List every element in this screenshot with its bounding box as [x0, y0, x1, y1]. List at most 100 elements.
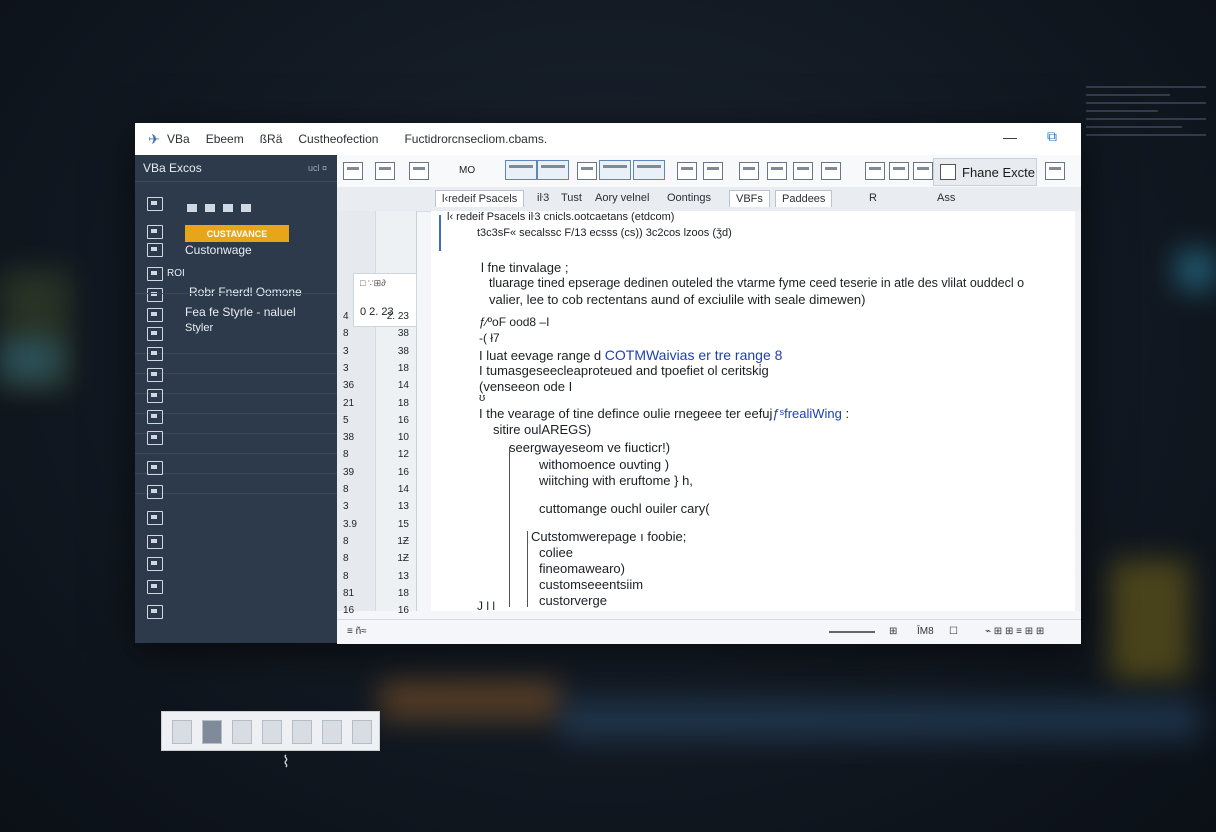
- maximize-icon[interactable]: ⧉: [1047, 128, 1057, 145]
- sidebar-toolstrip: [187, 199, 307, 212]
- thumbnail[interactable]: [202, 720, 222, 744]
- module-icon[interactable]: [147, 347, 163, 361]
- bookmark-button[interactable]: [793, 162, 813, 180]
- save-button[interactable]: [409, 162, 429, 180]
- break-button[interactable]: [537, 160, 569, 180]
- background-glow: [380, 680, 560, 720]
- code-line: Cutstomwerepage ı foobie;: [531, 529, 687, 544]
- toolbar-label: MO: [459, 165, 476, 176]
- line-number: 16: [397, 466, 409, 478]
- tab-active[interactable]: l‹redeif Psacels: [435, 190, 525, 207]
- menu-item[interactable]: VBa: [167, 132, 190, 146]
- line-number: 8: [343, 570, 349, 582]
- status-bar: ≡ ñ≈ ⊞ ĪM8 ☐ ⌁ ⊞ ⊞ ≡ ⊞ ⊞: [337, 619, 1081, 644]
- line-number: 16: [343, 605, 355, 617]
- module-icon[interactable]: [147, 431, 163, 445]
- code-editor[interactable]: l‹ redeif Psacels iŀ3 cnicls.ootcaetans …: [431, 211, 1081, 613]
- project-explorer-button[interactable]: [633, 160, 665, 180]
- selected-module-badge[interactable]: CUSTAVANCE: [185, 225, 289, 242]
- line-number: 4: [343, 311, 349, 322]
- line-number: 38: [397, 345, 409, 357]
- design-mode-button[interactable]: [599, 160, 631, 180]
- run-button[interactable]: [505, 160, 537, 180]
- module-icon[interactable]: [147, 368, 163, 382]
- popup-row: □ ∵⊞∂: [360, 278, 386, 288]
- code-text: I luat eevage range d: [479, 348, 605, 363]
- line-number: 8: [343, 484, 349, 495]
- reset-button[interactable]: [577, 162, 597, 180]
- tab[interactable]: Tust: [561, 192, 582, 204]
- status-icon[interactable]: ⊞: [889, 626, 897, 637]
- vba-editor-window: ✈ VBa Ebeem ßRä Custheofection Fuctidror…: [135, 123, 1081, 644]
- view-code-button[interactable]: [343, 162, 363, 180]
- code-line: ƒ⁄ºoF ood8 –I: [479, 315, 550, 329]
- module-icon[interactable]: [147, 389, 163, 403]
- tab[interactable]: Ass: [937, 192, 955, 204]
- tab-paddees[interactable]: Paddees: [775, 190, 833, 207]
- line-gutter-secondary: [375, 211, 417, 611]
- chart-icon[interactable]: [1045, 162, 1065, 180]
- tab-vbfs[interactable]: VBFs: [729, 190, 770, 207]
- help-button[interactable]: [913, 162, 933, 180]
- line-number: 3: [343, 501, 349, 513]
- module-icon[interactable]: [147, 557, 163, 571]
- object-browser-button[interactable]: [703, 162, 723, 180]
- view-excel-label: Fhane Excte: [962, 164, 1035, 180]
- module-icon[interactable]: [147, 580, 163, 594]
- status-icons[interactable]: ⌁ ⊞ ⊞ ≡ ⊞ ⊞: [985, 626, 1044, 637]
- thumbnail[interactable]: [352, 720, 372, 744]
- module-icon[interactable]: [147, 461, 163, 475]
- properties-button[interactable]: [677, 162, 697, 180]
- tab[interactable]: Oontings: [667, 192, 711, 204]
- line-number: 3: [343, 345, 349, 357]
- sidebar-item-label[interactable]: Fea fe Styrle - naluel: [185, 305, 296, 319]
- sidebar-divider: [135, 335, 337, 354]
- module-icon[interactable]: [147, 410, 163, 424]
- module-icon[interactable]: [147, 511, 163, 525]
- line-number: 16: [397, 414, 409, 426]
- code-line: sitire oulAREGS): [493, 422, 592, 437]
- code-keyword: ƒˢfrealiWing: [772, 406, 842, 421]
- module-icon[interactable]: [147, 308, 163, 322]
- sidebar-divider: [135, 415, 337, 434]
- tab-order-button[interactable]: [767, 162, 787, 180]
- code-line: customseeentsiim: [539, 577, 644, 592]
- module-icon[interactable]: [147, 197, 163, 211]
- tab[interactable]: R: [869, 192, 877, 204]
- thumbnail[interactable]: [322, 720, 342, 744]
- thumbnail[interactable]: [172, 720, 192, 744]
- module-icon[interactable]: [147, 485, 163, 499]
- tab[interactable]: Aory velnel: [595, 192, 649, 204]
- line-number: 14: [397, 484, 409, 495]
- thumbnail[interactable]: [232, 720, 252, 744]
- menu-item[interactable]: Ebeem: [206, 132, 244, 146]
- toolbox-button[interactable]: [739, 162, 759, 180]
- thumbnail[interactable]: [292, 720, 312, 744]
- status-icon[interactable]: ☐: [949, 626, 958, 637]
- line-number: 12: [397, 449, 409, 461]
- menu-item[interactable]: Custheofection: [298, 132, 378, 146]
- line-number: 18: [397, 587, 409, 599]
- code-line: l‹ redeif Psacels iŀ3 cnicls.ootcaetans …: [447, 211, 675, 223]
- indent-button[interactable]: [865, 162, 885, 180]
- code-line: tluarage tined epserage dedinen outeled …: [489, 276, 1025, 290]
- sidebar-item-label[interactable]: Styler: [185, 322, 213, 334]
- module-icon[interactable]: [147, 605, 163, 619]
- indent-guide: [509, 447, 510, 607]
- insert-module-button[interactable]: [375, 162, 395, 180]
- zoom-slider[interactable]: [829, 631, 875, 633]
- excel-icon: [940, 164, 956, 180]
- comment-button[interactable]: [821, 162, 841, 180]
- module-icon[interactable]: [147, 535, 163, 549]
- vertical-scrollbar[interactable]: [1075, 211, 1081, 611]
- line-number: 38: [343, 432, 355, 444]
- thumbnail[interactable]: [262, 720, 282, 744]
- sidebar-item-label[interactable]: Custonwage: [185, 243, 252, 257]
- outdent-button[interactable]: [889, 162, 909, 180]
- minimize-icon[interactable]: —: [1003, 129, 1017, 145]
- module-icon[interactable]: [147, 225, 163, 239]
- view-excel-button[interactable]: Fhane Excte: [933, 158, 1037, 186]
- menu-item[interactable]: ßRä: [260, 132, 283, 146]
- module-icon[interactable]: [147, 243, 163, 257]
- tab[interactable]: iŀ3: [537, 192, 549, 204]
